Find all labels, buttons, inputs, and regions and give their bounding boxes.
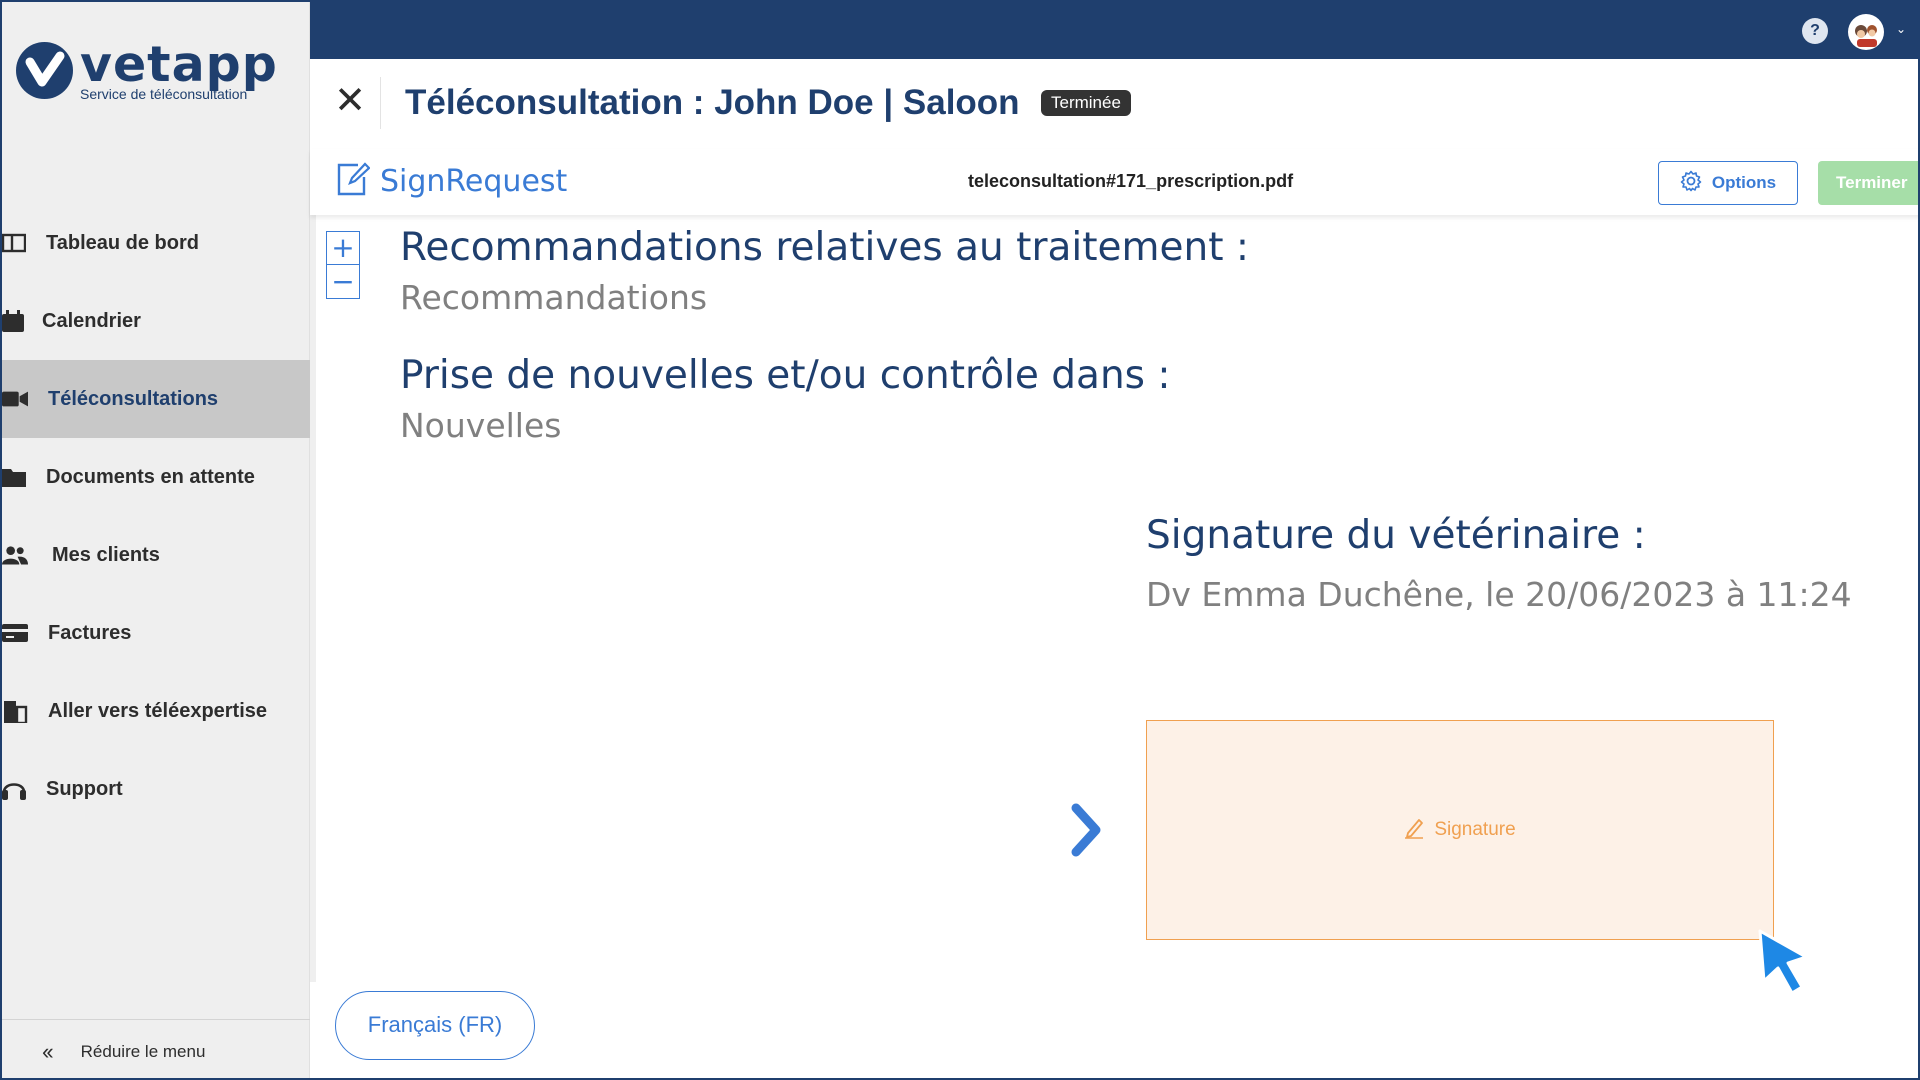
signature-heading: Signature du vétérinaire : xyxy=(1146,513,1646,558)
mouse-cursor-icon xyxy=(1756,927,1816,997)
pen-icon xyxy=(1404,817,1424,844)
sidebar-item-tableau-de-bord[interactable]: Tableau de bord xyxy=(2,204,310,282)
section-value: Nouvelles xyxy=(400,406,562,445)
options-button[interactable]: Options xyxy=(1658,161,1798,205)
sidebar-item-label: Tableau de bord xyxy=(46,231,199,254)
edit-document-icon xyxy=(336,161,371,202)
zoom-out-button[interactable]: − xyxy=(327,265,359,298)
sidebar-item-label: Aller vers téléexpertise xyxy=(48,699,268,722)
status-badge: Terminée xyxy=(1041,90,1131,116)
avatar-icon[interactable] xyxy=(1848,14,1884,50)
document-toolbar: SignRequest teleconsultation#171_prescri… xyxy=(310,149,1918,215)
viewer-left-edge xyxy=(310,215,316,982)
sidebar-item-label: Factures xyxy=(48,621,132,644)
sidebar-divider xyxy=(2,1019,310,1020)
calendar-icon xyxy=(2,310,28,332)
credit-card-icon xyxy=(2,622,28,644)
vetapp-logo-icon xyxy=(16,42,73,99)
signature-field[interactable]: Signature xyxy=(1146,720,1774,940)
collapse-menu-label: Réduire le menu xyxy=(80,1042,206,1061)
question-icon[interactable]: ? xyxy=(1802,18,1828,44)
brand-name: vetapp xyxy=(80,36,278,93)
header-divider xyxy=(380,77,381,129)
section-value: Recommandations xyxy=(400,278,708,317)
double-chevron-left-icon: ‹‹ xyxy=(42,1039,54,1064)
gear-icon xyxy=(1680,170,1702,197)
sidebar-item-label: Calendrier xyxy=(42,309,141,332)
close-button[interactable]: ✕ xyxy=(328,79,372,123)
sidebar-item-label: Téléconsultations xyxy=(48,387,219,410)
sidebar: vetapp Service de téléconsultation Table… xyxy=(2,2,310,1078)
collapse-menu-button[interactable]: ‹‹ Réduire le menu xyxy=(42,1039,205,1065)
brand-tagline: Service de téléconsultation xyxy=(80,86,248,102)
section-heading: Recommandations relatives au traitement … xyxy=(400,225,1250,270)
signrequest-logo: SignRequest xyxy=(336,161,567,202)
sidebar-item-teleexpertise[interactable]: Aller vers téléexpertise xyxy=(2,672,310,750)
page-header: ✕ Téléconsultation : John Doe | Saloon T… xyxy=(310,59,1918,149)
section-heading: Prise de nouvelles et/ou contrôle dans : xyxy=(400,353,1171,398)
options-label: Options xyxy=(1711,173,1777,192)
zoom-in-button[interactable]: + xyxy=(327,232,359,265)
headset-icon xyxy=(2,778,28,800)
next-field-arrow-icon[interactable] xyxy=(1066,800,1106,860)
sidebar-item-label: Support xyxy=(46,777,123,800)
sidebar-item-factures[interactable]: Factures xyxy=(2,594,310,672)
language-button[interactable]: Français (FR) xyxy=(335,991,535,1060)
signature-meta: Dv Emma Duchêne, le 20/06/2023 à 11:24 xyxy=(1146,575,1852,614)
sidebar-item-documents-en-attente[interactable]: Documents en attente xyxy=(2,438,310,516)
video-camera-icon xyxy=(2,388,28,410)
sidebar-item-calendrier[interactable]: Calendrier xyxy=(2,282,310,360)
chevron-down-icon[interactable]: ⌄ xyxy=(1896,22,1906,36)
sidebar-item-teleconsultations[interactable]: Téléconsultations xyxy=(2,360,310,438)
sidebar-item-label: Mes clients xyxy=(52,543,160,566)
sidebar-item-mes-clients[interactable]: Mes clients xyxy=(2,516,310,594)
top-bar: ? ⌄ xyxy=(310,2,1918,59)
logo[interactable]: vetapp Service de téléconsultation xyxy=(16,36,296,112)
page-title: Téléconsultation : John Doe | Saloon xyxy=(405,83,1020,122)
users-icon xyxy=(2,544,28,566)
signature-field-label: Signature xyxy=(1434,819,1516,840)
sidebar-item-support[interactable]: Support xyxy=(2,750,310,828)
finish-button[interactable]: Terminer xyxy=(1818,161,1918,205)
document-viewer[interactable]: + − Recommandations relatives au traitem… xyxy=(310,215,1918,995)
sidebar-nav: Tableau de bord Calendrier Téléconsultat… xyxy=(2,204,310,828)
document-filename: teleconsultation#171_prescription.pdf xyxy=(968,171,1294,191)
building-icon xyxy=(2,700,28,723)
zoom-controls: + − xyxy=(326,231,360,299)
app-window: vetapp Service de téléconsultation Table… xyxy=(0,0,1920,1080)
dashboard-icon xyxy=(2,232,28,254)
folder-icon xyxy=(2,466,28,488)
signrequest-label: SignRequest xyxy=(380,164,568,199)
sidebar-item-label: Documents en attente xyxy=(46,465,255,488)
